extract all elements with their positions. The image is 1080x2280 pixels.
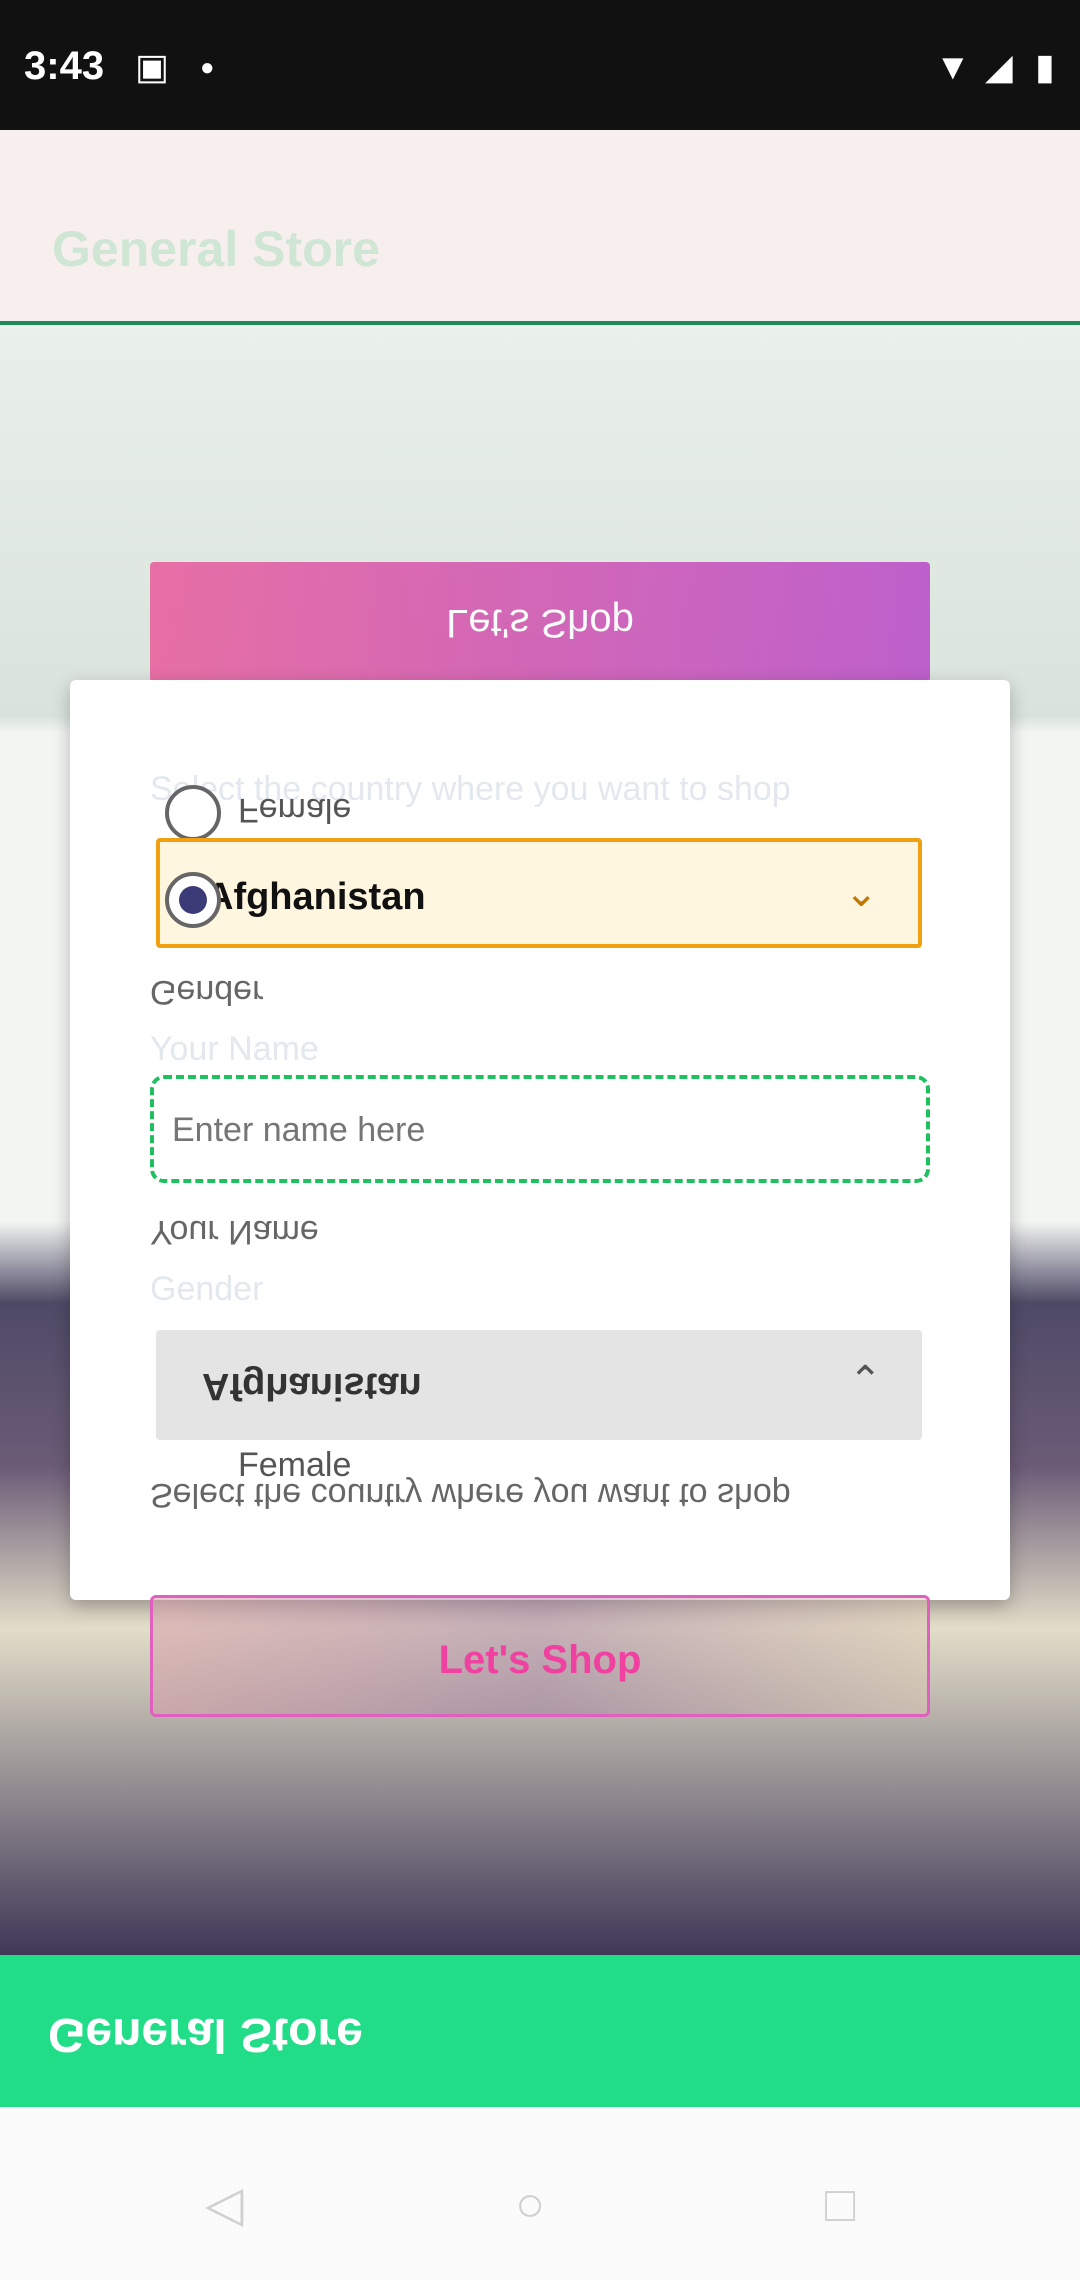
- chevron-down-icon: ⌄: [844, 871, 878, 915]
- reflected-shop-label: Let's Shop: [446, 601, 634, 645]
- gender-label: Gender: [150, 973, 264, 1011]
- dot-icon: ●: [200, 54, 215, 81]
- notification-icon: ▣: [135, 46, 170, 87]
- signal-icon: ◢: [985, 46, 1013, 87]
- reflected-country-select: Afghanistan ⌃: [156, 1330, 922, 1440]
- name-label: Your Name: [150, 1213, 319, 1251]
- chevron-up-icon: ⌃: [848, 1359, 882, 1403]
- battery-icon: ▮: [1035, 46, 1055, 87]
- recents-icon[interactable]: □: [825, 2175, 855, 2233]
- navigation-bar: ◁ ○ □: [0, 2107, 1080, 2280]
- status-bar: 3:43 ▣ ● ▼ ◢ ▮: [0, 0, 1080, 130]
- country-prompt: Select the country where you want to sho…: [150, 1476, 791, 1514]
- gender-female-radio[interactable]: [165, 785, 221, 841]
- reflected-shop-button: Let's Shop: [150, 562, 930, 682]
- lets-shop-label: Let's Shop: [438, 1638, 642, 1682]
- back-icon[interactable]: ◁: [205, 2175, 243, 2233]
- footer-title: General Store: [48, 2008, 363, 2061]
- name-field[interactable]: [150, 1075, 930, 1183]
- lets-shop-button[interactable]: Let's Shop: [150, 1595, 930, 1717]
- screen: 3:43 ▣ ● ▼ ◢ ▮ General Store Let's Shop …: [0, 0, 1080, 2280]
- reflected-name-label: Your Name: [150, 1030, 319, 1068]
- country-select[interactable]: Afghanistan ⌄: [156, 838, 922, 948]
- reflected-country-value: Afghanistan: [202, 1365, 422, 1407]
- gender-male-radio[interactable]: [165, 872, 221, 928]
- app-bar-title: General Store: [52, 221, 380, 277]
- wifi-icon: ▼: [935, 46, 971, 87]
- app-bar: General Store: [0, 130, 1080, 325]
- clock: 3:43: [24, 44, 105, 88]
- reflected-gender-label: Gender: [150, 1270, 264, 1308]
- country-value: Afghanistan: [206, 876, 426, 918]
- home-icon[interactable]: ○: [515, 2175, 545, 2233]
- gender-female-label: Female: [238, 791, 352, 829]
- name-input[interactable]: [172, 1105, 902, 1155]
- footer-bar: General Store: [0, 1955, 1080, 2107]
